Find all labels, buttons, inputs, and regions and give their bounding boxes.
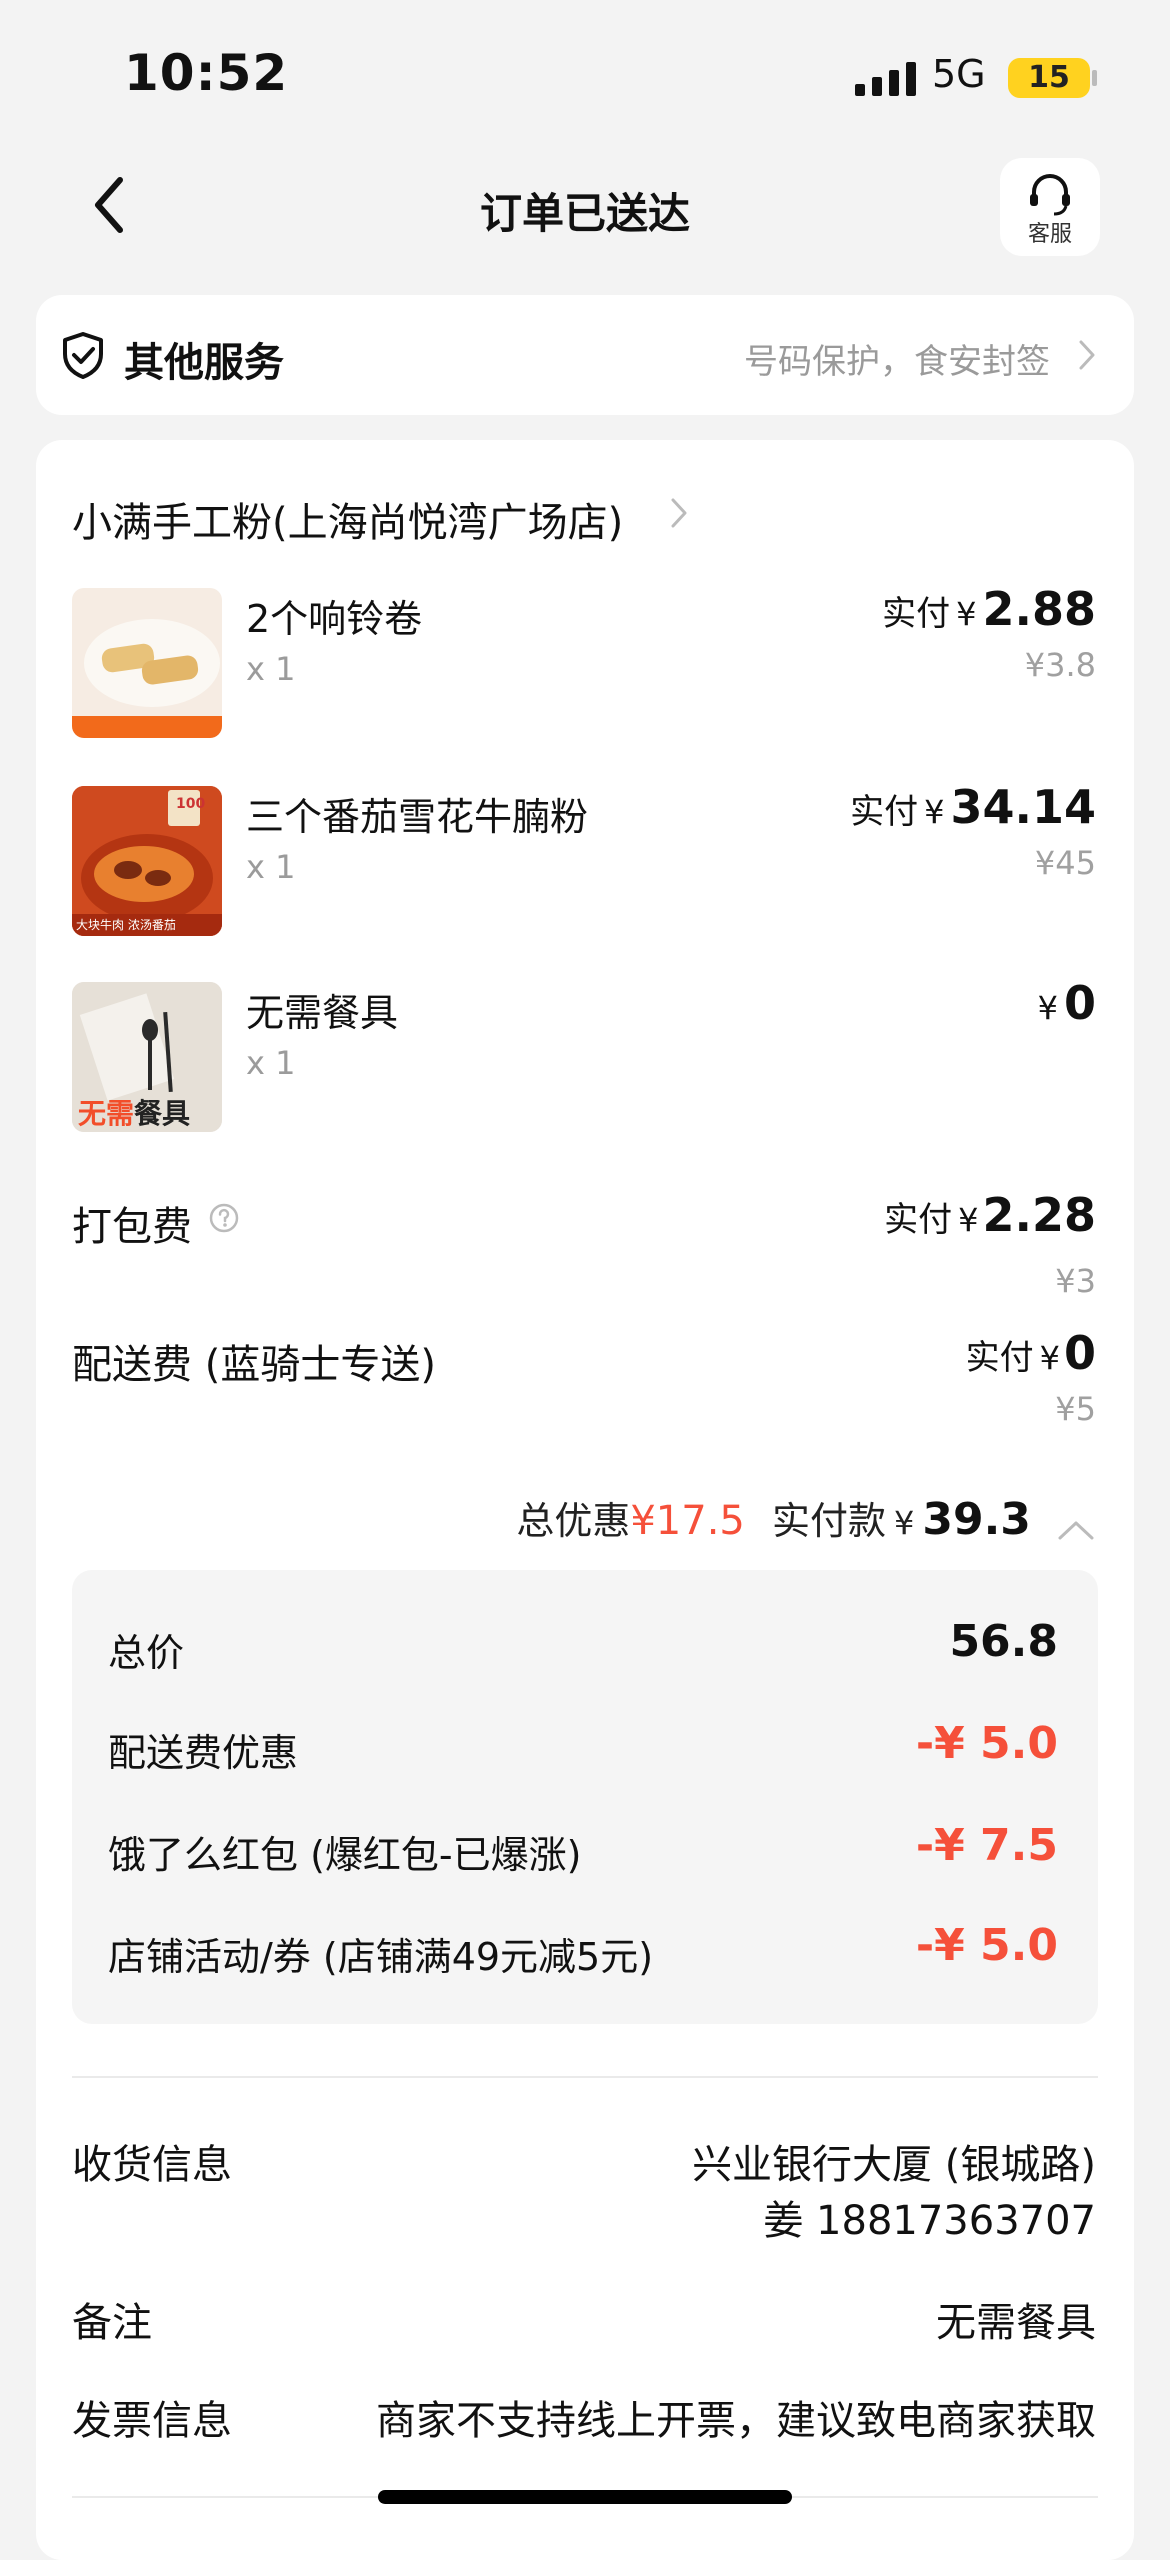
status-time: 10:52 <box>124 44 289 102</box>
item-paid-price: 实付 ¥2.88 <box>882 582 1096 636</box>
battery-tip <box>1092 70 1097 86</box>
breakdown-value: 56.8 <box>949 1616 1058 1667</box>
breakdown-value: -¥ 5.0 <box>915 1718 1058 1769</box>
packing-fee-original: ¥3 <box>1055 1262 1096 1300</box>
item-quantity: x 1 <box>246 1044 296 1082</box>
breakdown-label: 店铺活动/券 (店铺满49元减5元) <box>108 1935 654 1979</box>
headset-icon <box>1030 174 1070 216</box>
shop-name[interactable]: 小满手工粉(上海尚悦湾广场店) <box>72 490 623 548</box>
breakdown-label: 饿了么红包 (爆红包-已爆涨) <box>108 1833 582 1877</box>
network-type: 5G <box>932 52 986 96</box>
item-original-price: ¥45 <box>1034 844 1096 882</box>
item-image-caption: 无需餐具 <box>78 1097 191 1130</box>
packing-fee-label: 打包费 <box>72 1204 192 1250</box>
chevron-right-icon <box>671 498 687 528</box>
delivery-fee-original: ¥5 <box>1055 1390 1096 1428</box>
customer-service-label: 客服 <box>1027 222 1072 247</box>
item-paid-price: 实付 ¥34.14 <box>850 780 1096 834</box>
battery-level: 15 <box>1028 60 1070 95</box>
invoice-label: 发票信息 <box>72 2398 232 2444</box>
item-image[interactable]: 100 大块牛肉 浓汤番茄 <box>72 786 222 936</box>
item-original-price: ¥3.8 <box>1024 646 1096 684</box>
delivery-contact: 姜 18817363707 <box>763 2198 1096 2244</box>
signal-icon <box>855 62 916 96</box>
delivery-info-label: 收货信息 <box>72 2142 232 2188</box>
breakdown-label: 配送费优惠 <box>108 1731 299 1775</box>
item-name: 2个响铃卷 <box>246 597 423 641</box>
other-services-description: 号码保护，食安封签 <box>744 342 1050 382</box>
question-icon[interactable] <box>208 1202 240 1234</box>
divider <box>72 2076 1098 2078</box>
invoice-value: 商家不支持线上开票，建议致电商家获取 <box>376 2398 1096 2444</box>
remark-label: 备注 <box>72 2300 152 2346</box>
paid-amount-value: 39.3 <box>922 1494 1031 1545</box>
packing-fee-paid: 实付 ¥2.28 <box>884 1188 1096 1242</box>
item-badge: 100 <box>176 796 206 812</box>
item-name: 三个番茄雪花牛腩粉 <box>246 795 589 839</box>
other-services-title: 其他服务 <box>124 340 284 386</box>
shield-check-icon <box>63 332 103 379</box>
delivery-fee-label: 配送费 (蓝骑士专送) <box>72 1342 436 1388</box>
item-quantity: x 1 <box>246 650 296 688</box>
delivery-address: 兴业银行大厦 (银城路) <box>692 2142 1096 2188</box>
item-image-caption: 大块牛肉 浓汤番茄 <box>76 918 176 932</box>
page-title: 订单已送达 <box>479 189 690 238</box>
delivery-fee-paid: 实付 ¥0 <box>965 1326 1096 1380</box>
item-quantity: x 1 <box>246 848 296 886</box>
home-indicator[interactable] <box>378 2490 792 2504</box>
item-image[interactable]: 无需餐具 <box>72 982 222 1132</box>
chevron-right-icon <box>1079 340 1095 370</box>
item-paid-price: ¥0 <box>1037 976 1096 1030</box>
breakdown-value: -¥ 7.5 <box>915 1820 1058 1871</box>
total-discount-value: ¥17.5 <box>630 1498 745 1544</box>
item-image[interactable] <box>72 588 222 738</box>
chevron-up-icon <box>1058 1521 1094 1539</box>
price-summary-toggle[interactable]: 总优惠¥17.5 实付款 ¥39.3 <box>516 1490 1096 1545</box>
breakdown-value: -¥ 5.0 <box>915 1920 1058 1971</box>
remark-value: 无需餐具 <box>936 2300 1096 2346</box>
item-name: 无需餐具 <box>246 991 399 1035</box>
paid-amount-label: 实付款 <box>771 1499 886 1543</box>
breakdown-label: 总价 <box>108 1631 185 1675</box>
total-discount-label: 总优惠 <box>516 1499 631 1543</box>
